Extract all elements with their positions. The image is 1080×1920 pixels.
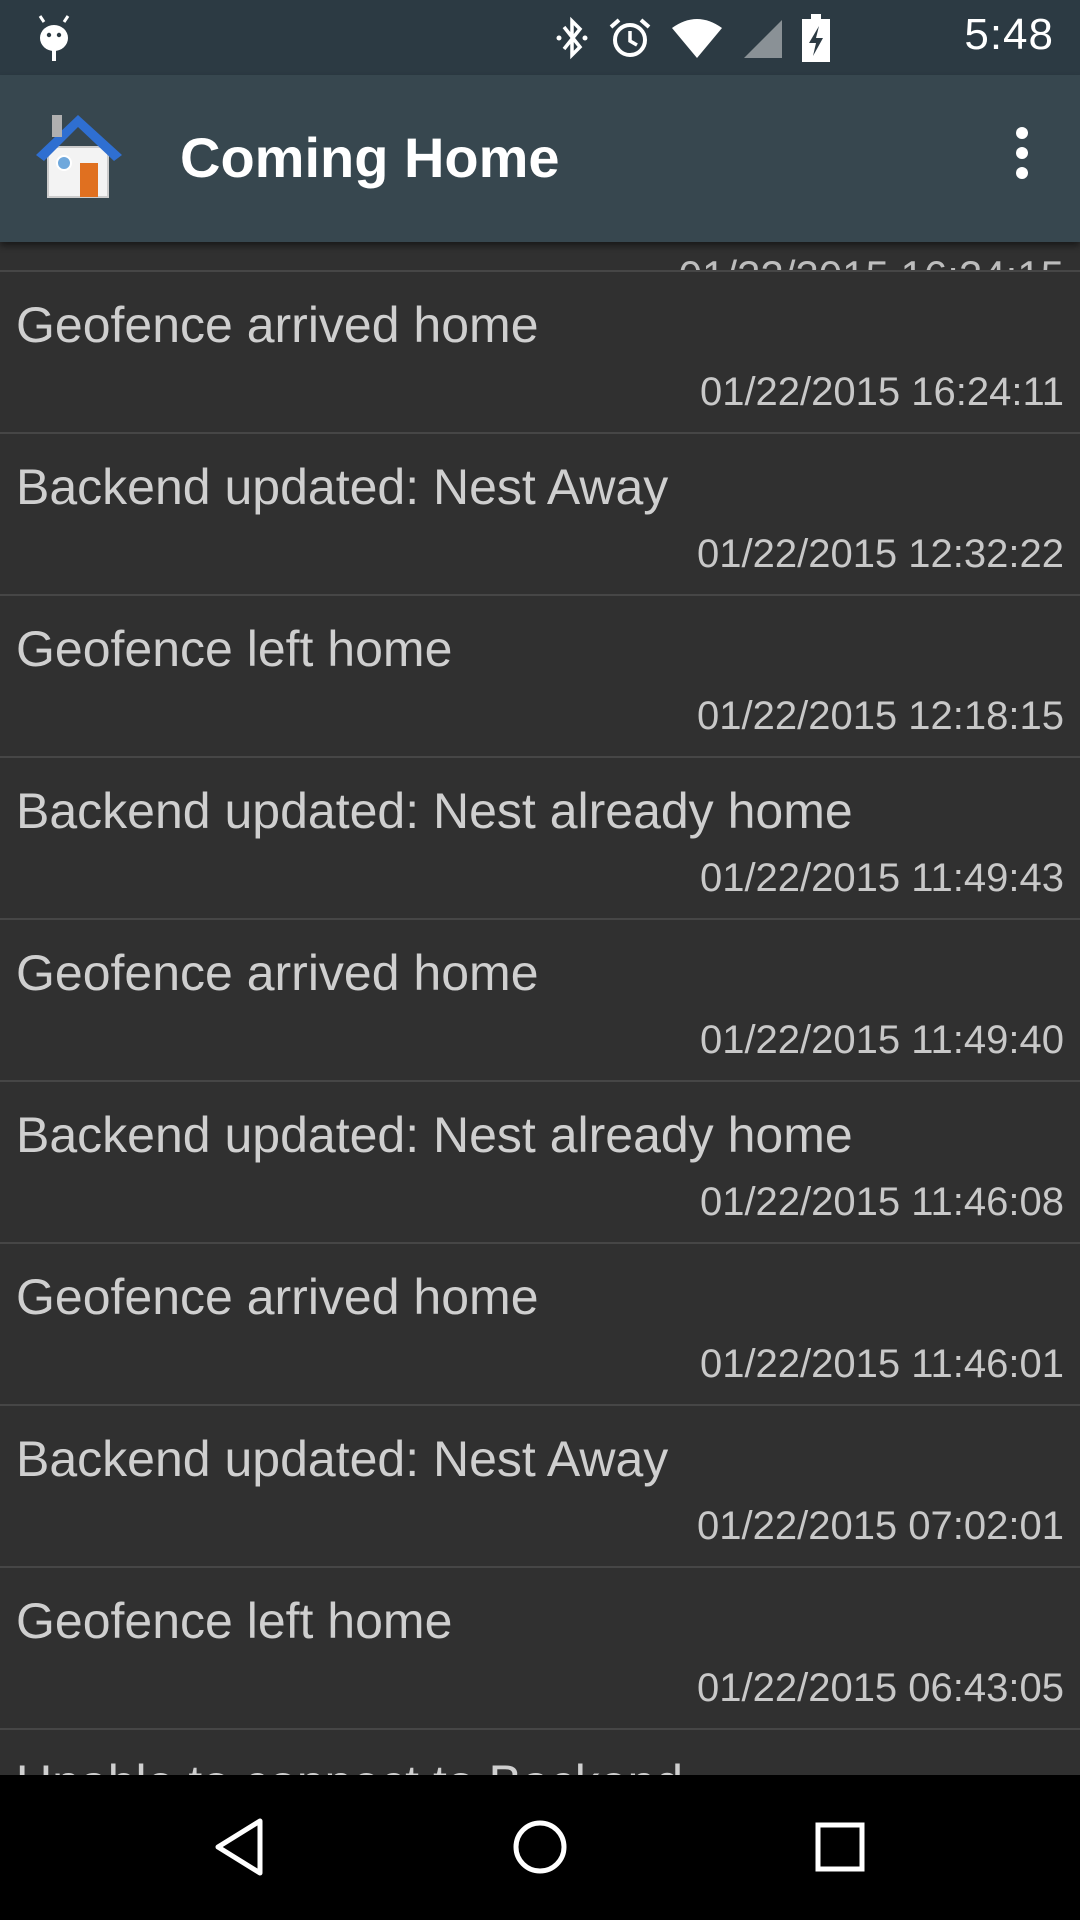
- log-entry-time: 01/22/2015 11:49:43: [699, 856, 1064, 900]
- navigation-bar: [0, 1775, 1080, 1920]
- status-bar: 5:48: [0, 0, 1080, 75]
- recents-icon: [815, 1822, 865, 1872]
- app-bar: Coming Home: [0, 75, 1080, 242]
- list-item-partial-bottom[interactable]: Unable to connect to Backend: [0, 1730, 1080, 1775]
- log-entry-time: 01/22/2015 16:24:15: [679, 252, 1064, 270]
- log-entry-title: Backend updated: Nest Away: [16, 1431, 669, 1487]
- cell-signal-icon: [744, 20, 782, 58]
- list-item[interactable]: Geofence arrived home 01/22/2015 11:49:4…: [0, 920, 1080, 1082]
- log-entry-title: Geofence arrived home: [16, 1269, 539, 1325]
- wifi-icon: [672, 19, 722, 58]
- bluetooth-icon: [556, 16, 588, 60]
- house-icon: [36, 115, 122, 198]
- log-entry-title: Backend updated: Nest already home: [16, 1107, 853, 1163]
- screen: 5:48 Coming Home 01/22/2015 16:24:15 Geo…: [0, 0, 1080, 1920]
- status-time: 5:48: [964, 10, 1054, 59]
- log-entry-time: 01/22/2015 12:18:15: [696, 694, 1064, 738]
- recents-button[interactable]: [800, 1807, 880, 1887]
- log-list[interactable]: 01/22/2015 16:24:15 Geofence arrived hom…: [0, 242, 1080, 1775]
- battery-charging-icon: [802, 14, 830, 62]
- log-entry-time: 01/22/2015 16:24:11: [699, 370, 1064, 414]
- back-icon: [215, 1818, 263, 1876]
- back-button[interactable]: [200, 1807, 280, 1887]
- list-item[interactable]: Geofence arrived home 01/22/2015 16:24:1…: [0, 272, 1080, 434]
- list-item[interactable]: Backend updated: Nest Away 01/22/2015 07…: [0, 1406, 1080, 1568]
- list-item[interactable]: Geofence left home 01/22/2015 06:43:05: [0, 1568, 1080, 1730]
- log-entry-time: 01/22/2015 06:43:05: [696, 1666, 1064, 1710]
- home-icon: [513, 1820, 567, 1874]
- log-entry-title: Backend updated: Nest Away: [16, 459, 669, 515]
- more-vert-icon[interactable]: [992, 123, 1052, 183]
- log-entry-time: 01/22/2015 07:02:01: [696, 1504, 1064, 1548]
- alarm-icon: [609, 18, 651, 57]
- list-item[interactable]: Geofence arrived home 01/22/2015 11:46:0…: [0, 1244, 1080, 1406]
- home-button[interactable]: [500, 1807, 580, 1887]
- status-icons: [554, 14, 830, 62]
- list-item-partial-top[interactable]: 01/22/2015 16:24:15: [0, 242, 1080, 272]
- log-entry-title: Geofence left home: [16, 1593, 453, 1649]
- log-entry-time: 01/22/2015 11:49:40: [699, 1018, 1064, 1062]
- list-item[interactable]: Backend updated: Nest Away 01/22/2015 12…: [0, 434, 1080, 596]
- log-entry-title: Geofence left home: [16, 621, 453, 677]
- log-entry-title: Geofence arrived home: [16, 297, 539, 353]
- log-entry-time: 01/22/2015 12:32:22: [696, 532, 1064, 576]
- log-entry-time: 01/22/2015 11:46:08: [699, 1180, 1064, 1224]
- list-item[interactable]: Backend updated: Nest already home 01/22…: [0, 758, 1080, 920]
- app-title: Coming Home: [180, 126, 560, 189]
- log-entry-title: Unable to connect to Backend: [16, 1754, 683, 1775]
- android-debug-icon: [38, 15, 70, 61]
- log-entry-title: Backend updated: Nest already home: [16, 783, 853, 839]
- list-item[interactable]: Backend updated: Nest already home 01/22…: [0, 1082, 1080, 1244]
- list-item[interactable]: Geofence left home 01/22/2015 12:18:15: [0, 596, 1080, 758]
- log-entry-title: Geofence arrived home: [16, 945, 539, 1001]
- log-entry-time: 01/22/2015 11:46:01: [699, 1342, 1064, 1386]
